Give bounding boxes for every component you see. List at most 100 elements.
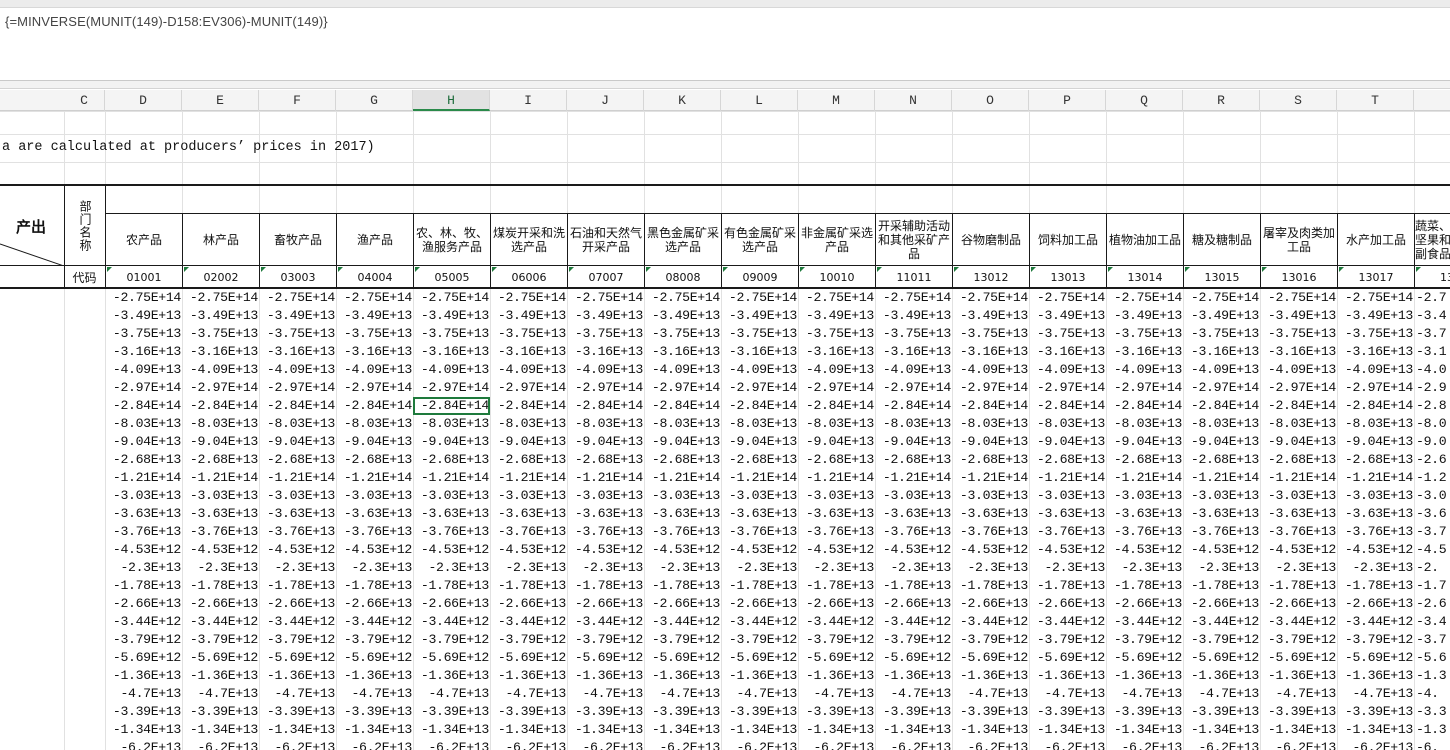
- data-cell-q[interactable]: -3.03E+13: [1106, 487, 1183, 505]
- data-cell-s[interactable]: -2.66E+13: [1260, 595, 1337, 613]
- data-cell-i[interactable]: -1.78E+13: [490, 577, 567, 595]
- data-cell-l[interactable]: -3.16E+13: [721, 343, 798, 361]
- data-cell-n[interactable]: -2.75E+14: [875, 289, 952, 307]
- data-cell-q[interactable]: -3.79E+12: [1106, 631, 1183, 649]
- data-cell-j[interactable]: -3.39E+13: [567, 703, 644, 721]
- data-cell-n[interactable]: -9.04E+13: [875, 433, 952, 451]
- data-cell-j[interactable]: -3.44E+12: [567, 613, 644, 631]
- column-header-f[interactable]: F: [259, 90, 336, 111]
- data-cell-g[interactable]: -2.66E+13: [336, 595, 413, 613]
- data-cell-r[interactable]: -2.66E+13: [1183, 595, 1260, 613]
- data-cell-p[interactable]: -1.21E+14: [1029, 469, 1106, 487]
- data-cell-s[interactable]: -6.2E+13: [1260, 739, 1337, 750]
- data-cell-partial[interactable]: -5.6: [1416, 649, 1450, 667]
- data-cell-d[interactable]: -8.03E+13: [105, 415, 182, 433]
- data-cell-n[interactable]: -8.03E+13: [875, 415, 952, 433]
- sector-code-13[interactable]: 13: [1415, 266, 1450, 288]
- data-cell-p[interactable]: -1.34E+13: [1029, 721, 1106, 739]
- data-cell-m[interactable]: -3.75E+13: [798, 325, 875, 343]
- data-cell-p[interactable]: -2.97E+14: [1029, 379, 1106, 397]
- data-cell-r[interactable]: -3.75E+13: [1183, 325, 1260, 343]
- data-cell-r[interactable]: -1.34E+13: [1183, 721, 1260, 739]
- data-cell-p[interactable]: -8.03E+13: [1029, 415, 1106, 433]
- data-cell-p[interactable]: -4.53E+12: [1029, 541, 1106, 559]
- data-cell-g[interactable]: -4.7E+13: [336, 685, 413, 703]
- data-cell-l[interactable]: -2.66E+13: [721, 595, 798, 613]
- data-cell-q[interactable]: -3.44E+12: [1106, 613, 1183, 631]
- data-cell-k[interactable]: -3.44E+12: [644, 613, 721, 631]
- data-cell-m[interactable]: -2.97E+14: [798, 379, 875, 397]
- data-cell-g[interactable]: -3.16E+13: [336, 343, 413, 361]
- data-cell-i[interactable]: -2.3E+13: [490, 559, 567, 577]
- data-cell-d[interactable]: -9.04E+13: [105, 433, 182, 451]
- data-cell-p[interactable]: -3.76E+13: [1029, 523, 1106, 541]
- data-cell-h[interactable]: -3.49E+13: [413, 307, 490, 325]
- data-cell-m[interactable]: -8.03E+13: [798, 415, 875, 433]
- sector-code-13016[interactable]: 13016: [1261, 266, 1337, 288]
- data-cell-o[interactable]: -1.36E+13: [952, 667, 1029, 685]
- data-cell-m[interactable]: -2.3E+13: [798, 559, 875, 577]
- formula-bar[interactable]: {=MINVERSE(MUNIT(149)-D158:EV306)-MUNIT(…: [0, 8, 1450, 81]
- data-cell-e[interactable]: -1.78E+13: [182, 577, 259, 595]
- data-cell-n[interactable]: -2.66E+13: [875, 595, 952, 613]
- data-cell-l[interactable]: -9.04E+13: [721, 433, 798, 451]
- data-cell-e[interactable]: -4.7E+13: [182, 685, 259, 703]
- data-cell-d[interactable]: -3.44E+12: [105, 613, 182, 631]
- data-cell-l[interactable]: -1.78E+13: [721, 577, 798, 595]
- data-cell-k[interactable]: -2.84E+14: [644, 397, 721, 415]
- data-cell-d[interactable]: -5.69E+12: [105, 649, 182, 667]
- sector-code-04004[interactable]: 04004: [337, 266, 413, 288]
- sector-code-05005[interactable]: 05005: [414, 266, 490, 288]
- data-cell-d[interactable]: -2.66E+13: [105, 595, 182, 613]
- data-cell-p[interactable]: -9.04E+13: [1029, 433, 1106, 451]
- data-cell-k[interactable]: -2.66E+13: [644, 595, 721, 613]
- formula-divider[interactable]: [0, 81, 1450, 89]
- data-cell-r[interactable]: -3.63E+13: [1183, 505, 1260, 523]
- data-cell-h[interactable]: -2.68E+13: [413, 451, 490, 469]
- data-cell-r[interactable]: -1.36E+13: [1183, 667, 1260, 685]
- data-cell-j[interactable]: -2.66E+13: [567, 595, 644, 613]
- data-cell-f[interactable]: -4.09E+13: [259, 361, 336, 379]
- data-cell-partial[interactable]: -4.5: [1416, 541, 1450, 559]
- data-cell-s[interactable]: -3.49E+13: [1260, 307, 1337, 325]
- data-cell-n[interactable]: -5.69E+12: [875, 649, 952, 667]
- data-cell-partial[interactable]: -1.3: [1416, 721, 1450, 739]
- data-cell-l[interactable]: -2.97E+14: [721, 379, 798, 397]
- data-cell-e[interactable]: -1.36E+13: [182, 667, 259, 685]
- data-cell-r[interactable]: -2.75E+14: [1183, 289, 1260, 307]
- data-cell-g[interactable]: -1.21E+14: [336, 469, 413, 487]
- data-cell-q[interactable]: -1.34E+13: [1106, 721, 1183, 739]
- data-cell-g[interactable]: -2.84E+14: [336, 397, 413, 415]
- data-cell-o[interactable]: -1.21E+14: [952, 469, 1029, 487]
- data-cell-e[interactable]: -3.03E+13: [182, 487, 259, 505]
- data-cell-m[interactable]: -1.21E+14: [798, 469, 875, 487]
- data-cell-q[interactable]: -8.03E+13: [1106, 415, 1183, 433]
- data-cell-d[interactable]: -3.75E+13: [105, 325, 182, 343]
- data-cell-g[interactable]: -5.69E+12: [336, 649, 413, 667]
- data-cell-r[interactable]: -2.68E+13: [1183, 451, 1260, 469]
- data-cell-partial[interactable]: -3.3: [1416, 703, 1450, 721]
- data-cell-m[interactable]: -5.69E+12: [798, 649, 875, 667]
- data-cell-j[interactable]: -2.68E+13: [567, 451, 644, 469]
- data-cell-k[interactable]: -8.03E+13: [644, 415, 721, 433]
- data-cell-f[interactable]: -6.2E+13: [259, 739, 336, 750]
- data-cell-g[interactable]: -1.36E+13: [336, 667, 413, 685]
- data-cell-o[interactable]: -3.49E+13: [952, 307, 1029, 325]
- data-cell-s[interactable]: -1.36E+13: [1260, 667, 1337, 685]
- column-header-g[interactable]: G: [336, 90, 413, 111]
- data-cell-j[interactable]: -8.03E+13: [567, 415, 644, 433]
- data-cell-s[interactable]: -1.21E+14: [1260, 469, 1337, 487]
- data-cell-k[interactable]: -1.34E+13: [644, 721, 721, 739]
- data-cell-n[interactable]: -3.49E+13: [875, 307, 952, 325]
- data-cell-m[interactable]: -3.44E+12: [798, 613, 875, 631]
- column-header-d[interactable]: D: [105, 90, 182, 111]
- data-cell-q[interactable]: -3.75E+13: [1106, 325, 1183, 343]
- data-cell-h[interactable]: -1.36E+13: [413, 667, 490, 685]
- data-cell-o[interactable]: -1.34E+13: [952, 721, 1029, 739]
- data-cell-e[interactable]: -3.49E+13: [182, 307, 259, 325]
- data-cell-m[interactable]: -2.75E+14: [798, 289, 875, 307]
- data-cell-h[interactable]: -3.03E+13: [413, 487, 490, 505]
- data-cell-i[interactable]: -9.04E+13: [490, 433, 567, 451]
- sector-name-13017[interactable]: 水产加工品: [1338, 214, 1414, 265]
- data-cell-partial[interactable]: -3.4: [1416, 613, 1450, 631]
